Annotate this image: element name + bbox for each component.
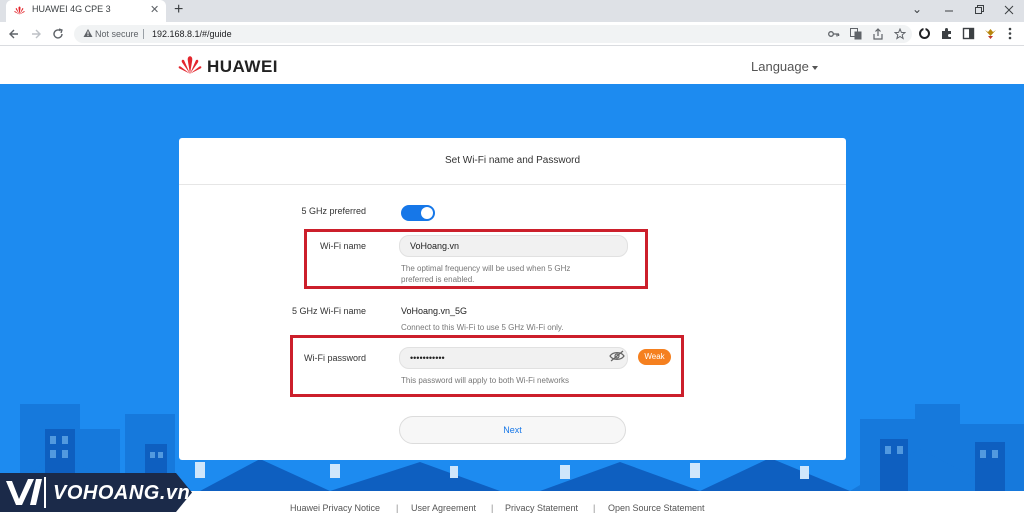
- brand-name: HUAWEI: [207, 57, 278, 76]
- language-label: Language: [751, 59, 809, 74]
- caret-down-icon: [811, 65, 818, 70]
- tab-search-icon[interactable]: ⌄: [912, 2, 922, 16]
- not-secure-label[interactable]: Not secure: [95, 29, 139, 39]
- card-title: Set Wi-Fi name and Password: [444, 155, 581, 166]
- close-window-icon[interactable]: [1004, 5, 1014, 15]
- bookmark-star-icon[interactable]: [894, 28, 906, 40]
- browser-tab[interactable]: HUAWEI 4G CPE 3 ✕: [6, 0, 166, 22]
- extension-sync-icon[interactable]: [918, 27, 931, 40]
- reload-icon[interactable]: [52, 28, 64, 40]
- browser-tab-strip: HUAWEI 4G CPE 3 ✕ + ⌄: [0, 0, 1024, 22]
- site-header: HUAWEI Language: [0, 47, 1024, 84]
- ghz-wifi-name-value: VoHoang.vn_5G: [401, 306, 468, 316]
- toggle-knob: [421, 207, 433, 219]
- ghz-preferred-label: 5 GHz preferred: [301, 206, 366, 216]
- watermark-text: VOHOANG.vn: [53, 482, 191, 504]
- ghz-preferred-toggle[interactable]: [401, 205, 435, 221]
- huawei-logo-icon[interactable]: [178, 55, 202, 75]
- extensions-puzzle-icon[interactable]: [940, 27, 953, 40]
- highlight-box-wifi-name: [304, 229, 648, 289]
- language-dropdown[interactable]: Language: [751, 59, 818, 74]
- translate-icon[interactable]: [850, 28, 862, 40]
- ghz-wifi-name-label: 5 GHz Wi-Fi name: [291, 306, 366, 316]
- tab-close-icon[interactable]: ✕: [150, 3, 159, 16]
- back-icon[interactable]: [8, 28, 20, 40]
- new-tab-button[interactable]: +: [174, 1, 183, 19]
- restore-icon[interactable]: [974, 5, 984, 15]
- menu-kebab-icon[interactable]: [1008, 27, 1012, 40]
- huawei-favicon-icon: [14, 6, 25, 15]
- warning-icon[interactable]: [83, 28, 93, 38]
- next-button[interactable]: Next: [399, 416, 626, 444]
- ghz-wifi-name-hint: Connect to this Wi-Fi to use 5 GHz Wi-Fi…: [401, 323, 564, 332]
- highlight-box-wifi-password: [290, 335, 684, 397]
- card-divider: [179, 184, 846, 185]
- side-panel-icon[interactable]: [962, 27, 975, 40]
- minimize-icon[interactable]: [944, 6, 954, 16]
- wifi-setup-card: Set Wi-Fi name and Password 5 GHz prefer…: [179, 138, 846, 460]
- browser-toolbar: Not secure 192.168.8.1/#/guide: [0, 22, 1024, 46]
- omnibox-separator: [143, 29, 144, 39]
- tab-title: HUAWEI 4G CPE 3: [32, 4, 111, 14]
- url-text[interactable]: 192.168.8.1/#/guide: [152, 29, 232, 39]
- omnibox[interactable]: Not secure 192.168.8.1/#/guide: [74, 25, 912, 43]
- key-icon[interactable]: [828, 29, 840, 39]
- profile-avatar-icon[interactable]: [984, 27, 997, 40]
- share-icon[interactable]: [872, 28, 884, 40]
- forward-icon[interactable]: [30, 28, 42, 40]
